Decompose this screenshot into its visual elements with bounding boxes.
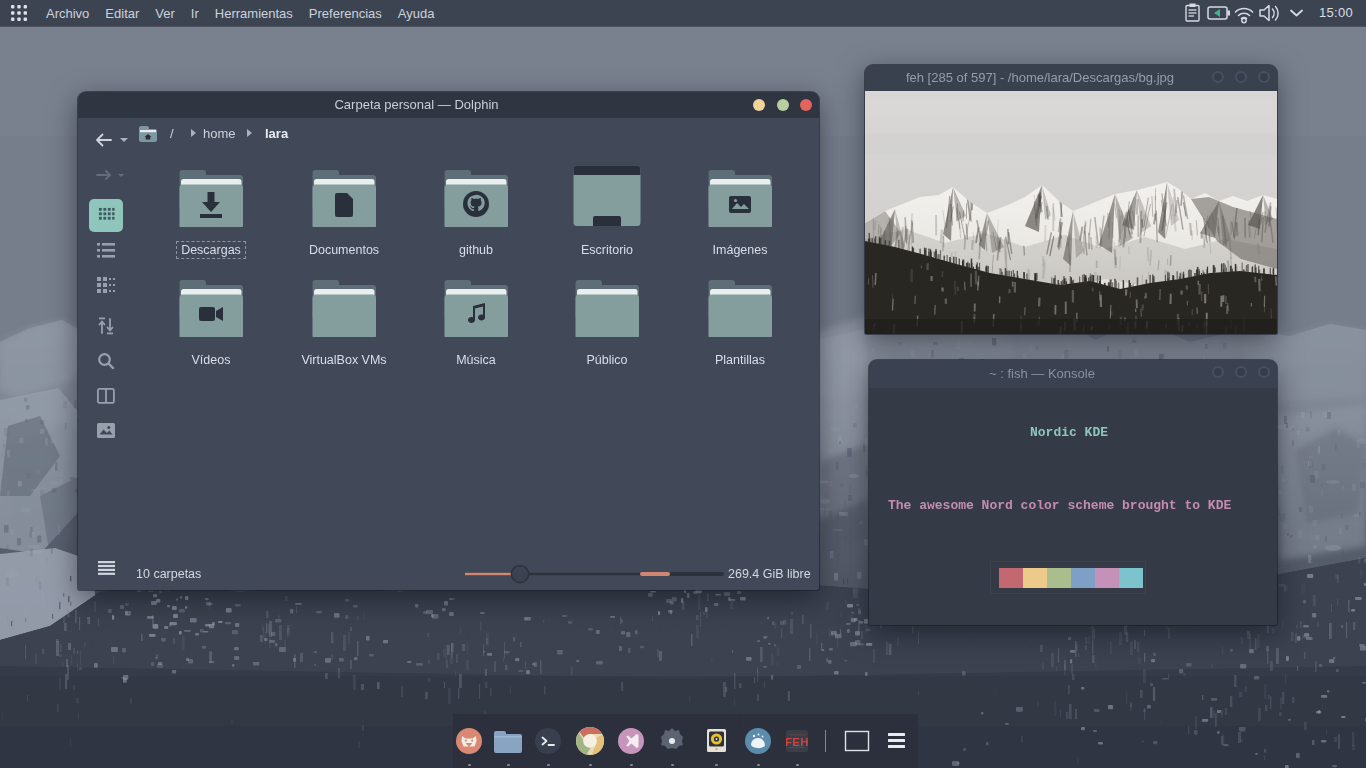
- svg-text:FEH: FEH: [786, 736, 808, 748]
